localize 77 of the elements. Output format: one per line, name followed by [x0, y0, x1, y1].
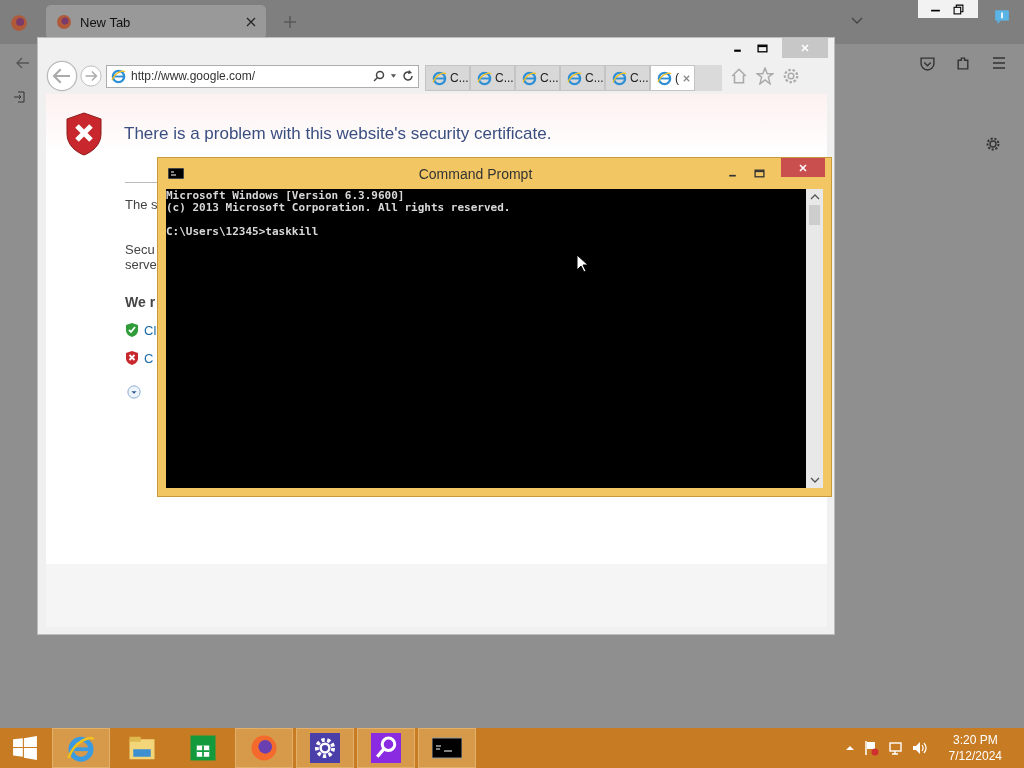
- maximize-icon[interactable]: [757, 42, 768, 54]
- body-text: Secu: [125, 242, 155, 257]
- notification-icon[interactable]: [994, 8, 1010, 24]
- window-title: Command Prompt: [417, 165, 534, 182]
- scrollbar[interactable]: [806, 189, 823, 488]
- pocket-icon[interactable]: [920, 56, 935, 71]
- search-icon[interactable]: [373, 70, 385, 82]
- close-icon[interactable]: [682, 73, 691, 83]
- console-line: Microsoft Windows [Version 6.3.9600]: [166, 189, 405, 202]
- scroll-down-icon[interactable]: [809, 477, 820, 483]
- search-taskbar-button[interactable]: [357, 728, 415, 768]
- maximize-icon[interactable]: [754, 168, 765, 179]
- menu-icon[interactable]: [992, 57, 1006, 69]
- settings-taskbar-button[interactable]: [296, 728, 354, 768]
- close-icon: [800, 43, 810, 53]
- forward-button-icon[interactable]: [80, 65, 102, 87]
- browser-tab[interactable]: C...: [605, 65, 650, 91]
- settings-icon[interactable]: [985, 136, 1001, 152]
- star-icon[interactable]: [756, 67, 774, 85]
- firefox-icon: [56, 14, 72, 30]
- close-button[interactable]: [781, 158, 825, 177]
- body-text: The s: [125, 197, 158, 212]
- firefox-taskbar-button[interactable]: [235, 728, 293, 768]
- browser-tab[interactable]: C...: [470, 65, 515, 91]
- chevron-icon[interactable]: [851, 17, 863, 25]
- cmd-taskbar-button[interactable]: [418, 728, 476, 768]
- url-text: http://www.google.com/: [131, 69, 257, 83]
- home-icon[interactable]: [730, 67, 748, 85]
- browser-tab[interactable]: (: [650, 65, 695, 91]
- back-button-icon[interactable]: [46, 60, 78, 92]
- console-icon: [168, 168, 184, 179]
- mouse-cursor-icon: [576, 254, 588, 273]
- close-icon[interactable]: [246, 17, 256, 27]
- back-arrow-icon[interactable]: [16, 57, 30, 69]
- body-text: serve: [125, 257, 157, 272]
- restore-icon[interactable]: [953, 3, 964, 15]
- show-hidden-icon[interactable]: [844, 745, 855, 751]
- firefox-icon: [249, 733, 279, 763]
- settings-icon[interactable]: [782, 67, 800, 85]
- ie-logo-icon: [111, 68, 126, 84]
- expand-icon[interactable]: [127, 384, 141, 400]
- start-button-icon[interactable]: [12, 735, 38, 761]
- scroll-up-icon[interactable]: [809, 194, 820, 200]
- browser-tab[interactable]: C...: [425, 65, 470, 91]
- search-icon: [371, 733, 401, 763]
- shield-check-icon: [125, 322, 139, 338]
- tab-title: New Tab: [80, 14, 132, 30]
- scroll-thumb[interactable]: [809, 205, 820, 225]
- ie-logo-icon: [432, 70, 447, 86]
- refresh-icon[interactable]: [402, 70, 414, 82]
- browser-tab[interactable]: C...: [560, 65, 605, 91]
- close-icon: [798, 162, 808, 173]
- store-bag-icon: [188, 733, 218, 763]
- browser-tab[interactable]: New Tab: [46, 5, 266, 39]
- command-line: C:\Users\12345>taskkill: [166, 225, 319, 238]
- browser-tab[interactable]: C...: [515, 65, 560, 91]
- network-icon[interactable]: [886, 740, 903, 756]
- volume-icon[interactable]: [910, 740, 927, 756]
- shield-error-icon: [125, 350, 139, 366]
- settings-icon: [310, 733, 340, 763]
- sign-in-icon[interactable]: [13, 91, 25, 103]
- ie-logo-icon: [657, 70, 672, 86]
- flag-icon[interactable]: [862, 740, 879, 756]
- shield-error-icon: [66, 112, 102, 156]
- ie-logo-icon: [477, 70, 492, 86]
- ie-logo-icon: [612, 70, 627, 86]
- ie-logo-icon: [567, 70, 582, 86]
- console-line: (c) 2013 Microsoft Corporation. All rights reserved.: [166, 201, 511, 214]
- firefox-icon[interactable]: [10, 14, 28, 32]
- link[interactable]: C: [144, 350, 154, 366]
- page-heading: There is a problem with this website's security certificate.: [124, 124, 552, 144]
- ie-logo-icon: [522, 70, 537, 86]
- puzzle-icon[interactable]: [956, 56, 971, 71]
- dropdown-icon[interactable]: [390, 73, 397, 79]
- link[interactable]: Cl: [144, 322, 157, 338]
- address-bar[interactable]: http://www.google.com/: [106, 64, 419, 88]
- section-heading: We r: [125, 294, 156, 310]
